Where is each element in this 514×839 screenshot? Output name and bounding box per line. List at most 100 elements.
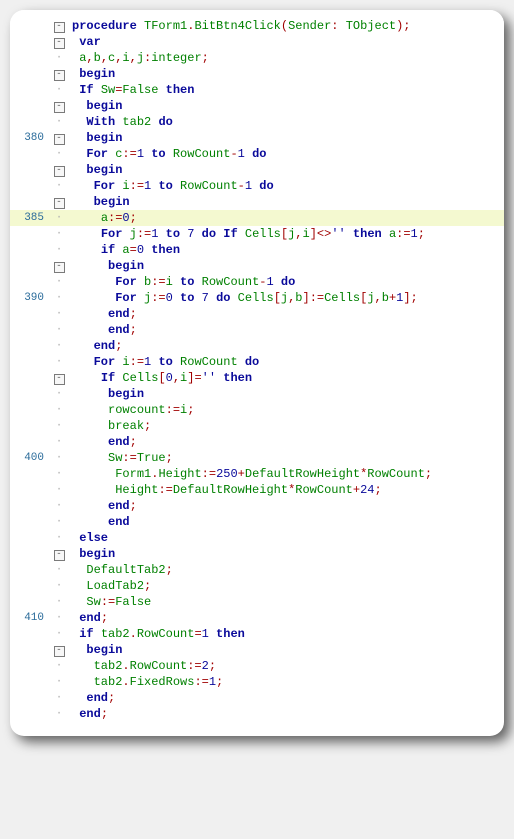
- code-text[interactable]: procedure TForm1.BitBtn4Click(Sender: TO…: [70, 18, 504, 34]
- code-line[interactable]: 410 end;: [10, 610, 504, 626]
- code-line[interactable]: tab2.RowCount:=2;: [10, 658, 504, 674]
- fold-minus-icon[interactable]: -: [48, 258, 70, 274]
- code-line[interactable]: Sw:=False: [10, 594, 504, 610]
- code-text[interactable]: For j:=1 to 7 do If Cells[j,i]<>'' then …: [70, 226, 504, 242]
- code-line[interactable]: With tab2 do: [10, 114, 504, 130]
- code-text[interactable]: break;: [70, 418, 504, 434]
- fold-minus-icon[interactable]: -: [48, 370, 70, 386]
- code-line[interactable]: - begin: [10, 98, 504, 114]
- code-line[interactable]: end;: [10, 322, 504, 338]
- code-text[interactable]: end: [70, 514, 504, 530]
- code-text[interactable]: tab2.FixedRows:=1;: [70, 674, 504, 690]
- code-line[interactable]: end;: [10, 706, 504, 722]
- code-text[interactable]: Height:=DefaultRowHeight*RowCount+24;: [70, 482, 504, 498]
- code-line[interactable]: else: [10, 530, 504, 546]
- code-text[interactable]: For b:=i to RowCount-1 do: [70, 274, 504, 290]
- code-text[interactable]: end;: [70, 338, 504, 354]
- fold-minus-icon[interactable]: -: [48, 34, 70, 50]
- code-line[interactable]: break;: [10, 418, 504, 434]
- code-text[interactable]: begin: [70, 546, 504, 562]
- code-line[interactable]: For i:=1 to RowCount-1 do: [10, 178, 504, 194]
- code-line[interactable]: If Sw=False then: [10, 82, 504, 98]
- code-line[interactable]: tab2.FixedRows:=1;: [10, 674, 504, 690]
- code-line[interactable]: - begin: [10, 546, 504, 562]
- code-line[interactable]: -procedure TForm1.BitBtn4Click(Sender: T…: [10, 18, 504, 34]
- code-text[interactable]: end;: [70, 498, 504, 514]
- code-line[interactable]: For b:=i to RowCount-1 do: [10, 274, 504, 290]
- fold-minus-icon[interactable]: -: [48, 194, 70, 210]
- code-line[interactable]: LoadTab2;: [10, 578, 504, 594]
- code-text[interactable]: Sw:=False: [70, 594, 504, 610]
- code-text[interactable]: if tab2.RowCount=1 then: [70, 626, 504, 642]
- code-line[interactable]: For j:=1 to 7 do If Cells[j,i]<>'' then …: [10, 226, 504, 242]
- code-line[interactable]: - If Cells[0,i]='' then: [10, 370, 504, 386]
- code-line[interactable]: - begin: [10, 194, 504, 210]
- code-line[interactable]: DefaultTab2;: [10, 562, 504, 578]
- code-text[interactable]: For i:=1 to RowCount do: [70, 354, 504, 370]
- code-line[interactable]: end;: [10, 306, 504, 322]
- code-text[interactable]: DefaultTab2;: [70, 562, 504, 578]
- code-text[interactable]: LoadTab2;: [70, 578, 504, 594]
- code-line[interactable]: if a=0 then: [10, 242, 504, 258]
- code-line[interactable]: end;: [10, 338, 504, 354]
- code-text[interactable]: end;: [70, 322, 504, 338]
- code-text[interactable]: end;: [70, 706, 504, 722]
- code-line[interactable]: Form1.Height:=250+DefaultRowHeight*RowCo…: [10, 466, 504, 482]
- fold-minus-icon[interactable]: -: [48, 18, 70, 34]
- code-line[interactable]: end;: [10, 434, 504, 450]
- code-line[interactable]: end: [10, 514, 504, 530]
- code-text[interactable]: begin: [70, 98, 504, 114]
- code-text[interactable]: end;: [70, 306, 504, 322]
- code-line[interactable]: a,b,c,i,j:integer;: [10, 50, 504, 66]
- code-text[interactable]: rowcount:=i;: [70, 402, 504, 418]
- code-text[interactable]: end;: [70, 610, 504, 626]
- fold-minus-icon[interactable]: -: [48, 130, 70, 146]
- code-line[interactable]: For c:=1 to RowCount-1 do: [10, 146, 504, 162]
- code-line[interactable]: - begin: [10, 258, 504, 274]
- code-line[interactable]: begin: [10, 386, 504, 402]
- fold-minus-icon[interactable]: -: [48, 66, 70, 82]
- code-line[interactable]: 385 a:=0;: [10, 210, 504, 226]
- code-line[interactable]: 390 For j:=0 to 7 do Cells[j,b]:=Cells[j…: [10, 290, 504, 306]
- fold-minus-icon[interactable]: -: [48, 546, 70, 562]
- code-text[interactable]: var: [70, 34, 504, 50]
- code-text[interactable]: tab2.RowCount:=2;: [70, 658, 504, 674]
- code-text[interactable]: With tab2 do: [70, 114, 504, 130]
- code-line[interactable]: end;: [10, 690, 504, 706]
- code-line[interactable]: 380- begin: [10, 130, 504, 146]
- code-text[interactable]: begin: [70, 162, 504, 178]
- code-text[interactable]: else: [70, 530, 504, 546]
- code-line[interactable]: 400 Sw:=True;: [10, 450, 504, 466]
- code-line[interactable]: - begin: [10, 642, 504, 658]
- code-text[interactable]: begin: [70, 130, 504, 146]
- code-text[interactable]: If Sw=False then: [70, 82, 504, 98]
- code-line[interactable]: Height:=DefaultRowHeight*RowCount+24;: [10, 482, 504, 498]
- fold-minus-icon[interactable]: -: [48, 98, 70, 114]
- code-line[interactable]: For i:=1 to RowCount do: [10, 354, 504, 370]
- code-text[interactable]: Form1.Height:=250+DefaultRowHeight*RowCo…: [70, 466, 504, 482]
- code-line[interactable]: - begin: [10, 162, 504, 178]
- code-text[interactable]: a,b,c,i,j:integer;: [70, 50, 504, 66]
- code-line[interactable]: end;: [10, 498, 504, 514]
- code-text[interactable]: if a=0 then: [70, 242, 504, 258]
- code-text[interactable]: begin: [70, 194, 504, 210]
- fold-minus-icon[interactable]: -: [48, 162, 70, 178]
- code-line[interactable]: - var: [10, 34, 504, 50]
- line-number: [10, 418, 48, 434]
- code-text[interactable]: end;: [70, 434, 504, 450]
- code-text[interactable]: For c:=1 to RowCount-1 do: [70, 146, 504, 162]
- code-text[interactable]: begin: [70, 258, 504, 274]
- code-text[interactable]: For i:=1 to RowCount-1 do: [70, 178, 504, 194]
- fold-minus-icon[interactable]: -: [48, 642, 70, 658]
- code-text[interactable]: begin: [70, 66, 504, 82]
- code-line[interactable]: - begin: [10, 66, 504, 82]
- code-text[interactable]: a:=0;: [70, 210, 504, 226]
- code-text[interactable]: Sw:=True;: [70, 450, 504, 466]
- code-text[interactable]: For j:=0 to 7 do Cells[j,b]:=Cells[j,b+1…: [70, 290, 504, 306]
- code-text[interactable]: end;: [70, 690, 504, 706]
- code-text[interactable]: begin: [70, 642, 504, 658]
- code-text[interactable]: begin: [70, 386, 504, 402]
- code-line[interactable]: if tab2.RowCount=1 then: [10, 626, 504, 642]
- code-text[interactable]: If Cells[0,i]='' then: [70, 370, 504, 386]
- code-line[interactable]: rowcount:=i;: [10, 402, 504, 418]
